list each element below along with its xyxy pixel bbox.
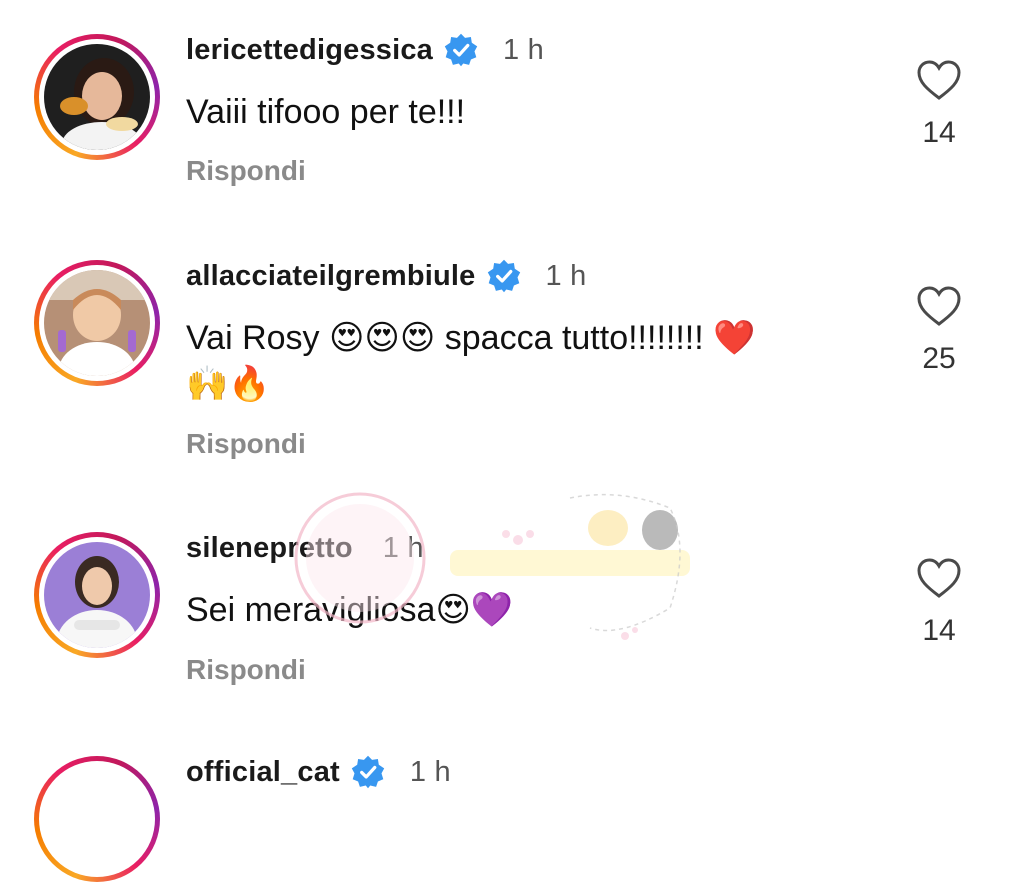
verified-badge-icon bbox=[486, 258, 522, 294]
username-line: silenepretto 1 h bbox=[186, 528, 424, 568]
reply-button[interactable]: Rispondi bbox=[186, 654, 306, 686]
emoji-group: 😍💜 bbox=[435, 590, 514, 630]
timestamp: 1 h bbox=[382, 531, 424, 564]
username-line: allacciateilgrembiule 1 h bbox=[186, 256, 586, 296]
reply-button[interactable]: Rispondi bbox=[186, 155, 306, 187]
heart-outline-icon[interactable] bbox=[915, 58, 963, 102]
like-count: 14 bbox=[922, 116, 956, 149]
verified-badge-icon bbox=[350, 754, 386, 790]
comment-text: Vaiii tifooo per te!!! bbox=[186, 89, 876, 135]
emoji-group: 😍😍😍 bbox=[328, 318, 436, 358]
timestamp: 1 h bbox=[545, 259, 587, 292]
username-line: official_cat 1 h bbox=[186, 752, 451, 792]
like-control: 25 bbox=[908, 284, 970, 376]
comment-text-content: Vaiii tifooo per te!!! bbox=[186, 93, 466, 131]
verified-badge-icon bbox=[443, 32, 479, 68]
like-control: 14 bbox=[908, 58, 970, 150]
comment-text: Sei meravigliosa😍💜 bbox=[186, 587, 876, 633]
username[interactable]: lericettedigessica bbox=[186, 34, 433, 67]
timestamp: 1 h bbox=[409, 755, 451, 788]
like-count: 14 bbox=[922, 614, 956, 647]
emoji-group: 🙌🔥 bbox=[186, 364, 271, 404]
avatar[interactable] bbox=[34, 532, 160, 658]
reply-button[interactable]: Rispondi bbox=[186, 428, 306, 460]
comment-text: Vai Rosy 😍😍😍 spacca tutto!!!!!!!! ❤️ 🙌🔥 bbox=[186, 315, 876, 407]
avatar[interactable] bbox=[34, 34, 160, 160]
emoji-group: ❤️ bbox=[713, 318, 756, 358]
username[interactable]: allacciateilgrembiule bbox=[186, 260, 476, 293]
timestamp: 1 h bbox=[503, 33, 544, 66]
comment-text-content: Vai Rosy bbox=[186, 319, 329, 357]
comment-text-content: spacca tutto!!!!!!!! bbox=[435, 319, 714, 357]
woman-with-food-avatar bbox=[44, 44, 150, 150]
heart-outline-icon[interactable] bbox=[915, 284, 963, 328]
username-line: lericettedigessica 1 h bbox=[186, 30, 544, 70]
like-control: 14 bbox=[908, 556, 970, 648]
like-count: 25 bbox=[922, 342, 956, 375]
woman-in-white-avatar bbox=[44, 542, 150, 648]
username[interactable]: silenepretto bbox=[186, 532, 353, 565]
comment-text-content: Sei meravigliosa bbox=[186, 591, 436, 629]
heart-outline-icon[interactable] bbox=[915, 556, 963, 600]
avatar[interactable] bbox=[34, 260, 160, 386]
username[interactable]: official_cat bbox=[186, 756, 340, 789]
avatar[interactable] bbox=[34, 756, 160, 882]
woman-in-kitchen-avatar bbox=[44, 270, 150, 376]
